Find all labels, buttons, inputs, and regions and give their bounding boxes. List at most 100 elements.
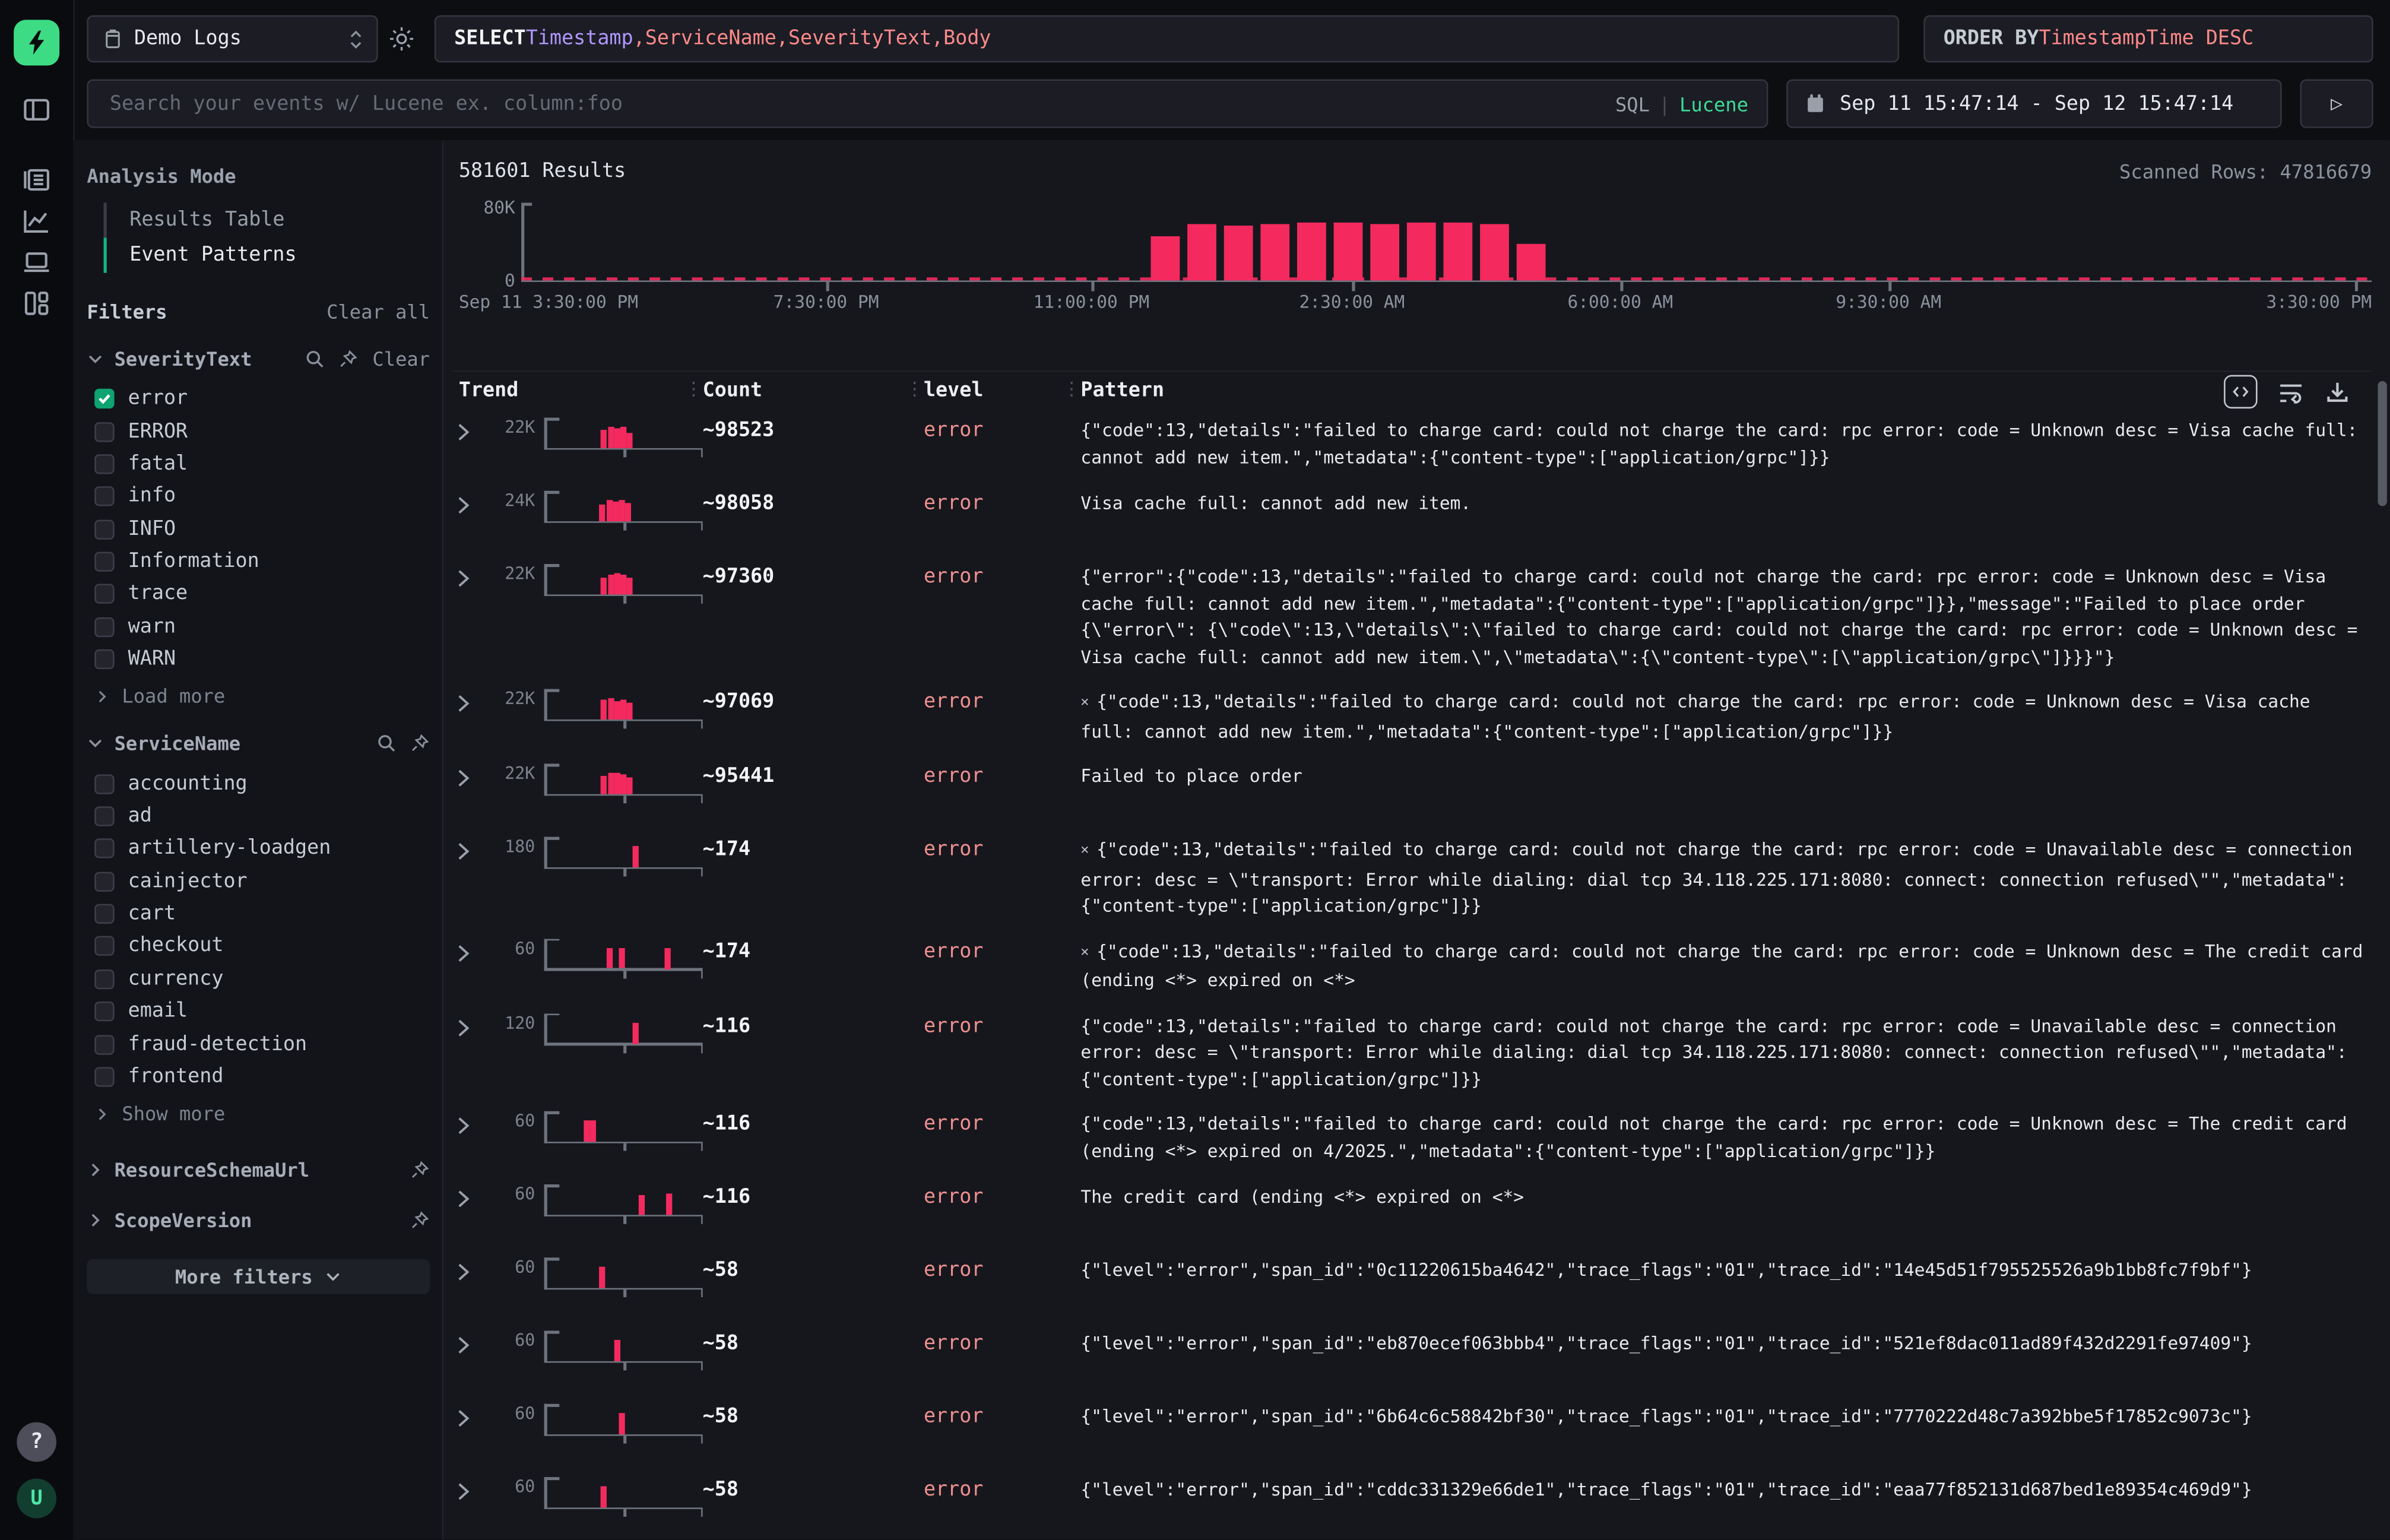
results-histogram[interactable]: 80K 0 xyxy=(459,202,2372,282)
col-trend[interactable]: Trend xyxy=(453,379,703,402)
filter-option-email[interactable]: email xyxy=(87,996,430,1028)
row-expander-icon[interactable] xyxy=(453,1257,490,1312)
row-expander-icon[interactable] xyxy=(453,1404,490,1459)
filter-option-artillery-loadgen[interactable]: artillery-loadgen xyxy=(87,832,430,865)
pattern-row[interactable]: 60~116errorThe credit card (ending <*> e… xyxy=(453,1175,2372,1249)
pattern-row[interactable]: 24K~98058errorVisa cache full: cannot ad… xyxy=(453,481,2372,554)
checkbox[interactable] xyxy=(94,1002,114,1021)
pattern-row[interactable]: 22K~97069error✕{"code":13,"details":"fai… xyxy=(453,680,2372,755)
pin-icon[interactable] xyxy=(410,1211,430,1230)
download-icon[interactable] xyxy=(2325,379,2351,405)
service-group-header[interactable]: ServiceName xyxy=(87,732,430,755)
checkbox[interactable] xyxy=(94,806,114,826)
checkbox[interactable] xyxy=(94,552,114,572)
search-icon[interactable] xyxy=(376,734,396,753)
row-expander-icon[interactable] xyxy=(453,491,490,546)
more-filters-button[interactable]: More filters xyxy=(87,1259,430,1294)
pattern-row[interactable]: 22K~98523error{"code":13,"details":"fail… xyxy=(453,408,2372,481)
pin-icon[interactable] xyxy=(410,1160,430,1180)
filter-option-fatal[interactable]: fatal xyxy=(87,448,430,480)
col-count[interactable]: ⋮Count xyxy=(703,379,924,402)
checkbox[interactable] xyxy=(94,969,114,989)
filter-option-warn[interactable]: warn xyxy=(87,611,430,644)
col-level[interactable]: ⋮level xyxy=(924,379,1080,402)
checkbox[interactable] xyxy=(94,649,114,669)
checkbox[interactable] xyxy=(94,487,114,506)
filter-option-ad[interactable]: ad xyxy=(87,800,430,832)
help-button[interactable]: ? xyxy=(17,1422,56,1462)
row-expander-icon[interactable] xyxy=(453,1477,490,1532)
checkbox[interactable] xyxy=(94,1067,114,1086)
clear-all-link[interactable]: Clear all xyxy=(327,300,430,324)
row-expander-icon[interactable] xyxy=(453,1184,490,1239)
pattern-row[interactable]: 60~58error{"level":"error","span_id":"6b… xyxy=(453,1395,2372,1468)
checkbox[interactable] xyxy=(94,585,114,604)
row-expander-icon[interactable] xyxy=(453,1331,490,1386)
search-icon[interactable] xyxy=(305,349,325,369)
filter-option-warn[interactable]: WARN xyxy=(87,644,430,676)
pin-icon[interactable] xyxy=(339,349,359,369)
search-input[interactable] xyxy=(107,91,1603,117)
user-avatar[interactable]: U xyxy=(17,1479,56,1519)
select-query-input[interactable]: SELECT Timestamp, ServiceName, SeverityT… xyxy=(435,15,1899,63)
mode-event-patterns[interactable]: Event Patterns xyxy=(104,238,430,273)
checkbox[interactable] xyxy=(94,617,114,636)
row-expander-icon[interactable] xyxy=(453,564,490,671)
filter-option-info[interactable]: info xyxy=(87,480,430,513)
pattern-row[interactable]: 60~116error{"code":13,"details":"failed … xyxy=(453,1102,2372,1175)
checkbox[interactable] xyxy=(94,839,114,858)
sessions-icon[interactable] xyxy=(21,247,52,277)
checkbox[interactable] xyxy=(94,519,114,539)
run-query-button[interactable]: ▷ xyxy=(2300,80,2373,128)
pattern-row[interactable]: 120~116error{"code":13,"details":"failed… xyxy=(453,1004,2372,1102)
checkbox[interactable] xyxy=(94,454,114,474)
checkbox[interactable] xyxy=(94,937,114,956)
search-logs-icon[interactable] xyxy=(21,164,52,195)
filter-option-accounting[interactable]: accounting xyxy=(87,767,430,800)
filter-option-info[interactable]: INFO xyxy=(87,513,430,546)
row-expander-icon[interactable] xyxy=(453,837,490,920)
filter-option-checkout[interactable]: checkout xyxy=(87,930,430,963)
pattern-row[interactable]: 60~58error{"level":"error","span_id":"0c… xyxy=(453,1249,2372,1322)
pin-icon[interactable] xyxy=(410,734,430,753)
source-select[interactable]: Demo Logs xyxy=(87,15,378,63)
pattern-row[interactable]: 22K~97360error{"error":{"code":13,"detai… xyxy=(453,555,2372,680)
severity-group-header[interactable]: SeverityText Clear xyxy=(87,347,430,370)
filter-option-currency[interactable]: currency xyxy=(87,963,430,996)
pattern-row[interactable]: 60~58error{"level":"error","span_id":"eb… xyxy=(453,1322,2372,1395)
filter-option-frontend[interactable]: frontend xyxy=(87,1060,430,1093)
filter-option-fraud-detection[interactable]: fraud-detection xyxy=(87,1028,430,1061)
pattern-row[interactable]: 60~58error{"level":"error","span_id":"cd… xyxy=(453,1468,2372,1540)
filter-option-cart[interactable]: cart xyxy=(87,898,430,930)
checkbox[interactable] xyxy=(94,872,114,891)
scope-version-group-header[interactable]: ScopeVersion xyxy=(87,1209,430,1232)
checkbox[interactable] xyxy=(94,1034,114,1054)
checkbox[interactable] xyxy=(94,422,114,441)
checkbox[interactable] xyxy=(94,904,114,924)
row-expander-icon[interactable] xyxy=(453,1111,490,1166)
row-expander-icon[interactable] xyxy=(453,689,490,746)
lucene-toggle[interactable]: Lucene xyxy=(1679,92,1748,115)
pattern-row[interactable]: 60~174error✕{"code":13,"details":"failed… xyxy=(453,929,2372,1004)
severity-clear-link[interactable]: Clear xyxy=(372,347,430,370)
gear-icon[interactable] xyxy=(387,24,416,53)
wrap-text-icon[interactable] xyxy=(2277,378,2305,405)
vertical-scrollbar[interactable] xyxy=(2378,381,2386,506)
filter-option-error[interactable]: error xyxy=(87,382,430,415)
row-expander-icon[interactable] xyxy=(453,1013,490,1093)
checkbox-checked[interactable] xyxy=(94,389,114,408)
row-expander-icon[interactable] xyxy=(453,763,490,818)
pattern-row[interactable]: 22K~95441errorFailed to place order xyxy=(453,755,2372,828)
mode-results-table[interactable]: Results Table xyxy=(104,202,430,237)
filter-option-cainjector[interactable]: cainjector xyxy=(87,865,430,898)
sql-toggle[interactable]: SQL xyxy=(1615,92,1650,115)
orderby-query-input[interactable]: ORDER BY TimestampTime DESC xyxy=(1923,15,2373,63)
app-logo-icon[interactable] xyxy=(14,20,59,65)
row-expander-icon[interactable] xyxy=(453,418,490,473)
row-expander-icon[interactable] xyxy=(453,938,490,994)
show-more-link[interactable]: Show more xyxy=(87,1096,430,1125)
filter-option-error[interactable]: ERROR xyxy=(87,415,430,448)
resource-schema-group-header[interactable]: ResourceSchemaUrl xyxy=(87,1159,430,1182)
pattern-row[interactable]: 180~174error✕{"code":13,"details":"faile… xyxy=(453,828,2372,929)
sidebar-toggle-icon[interactable] xyxy=(21,94,52,125)
